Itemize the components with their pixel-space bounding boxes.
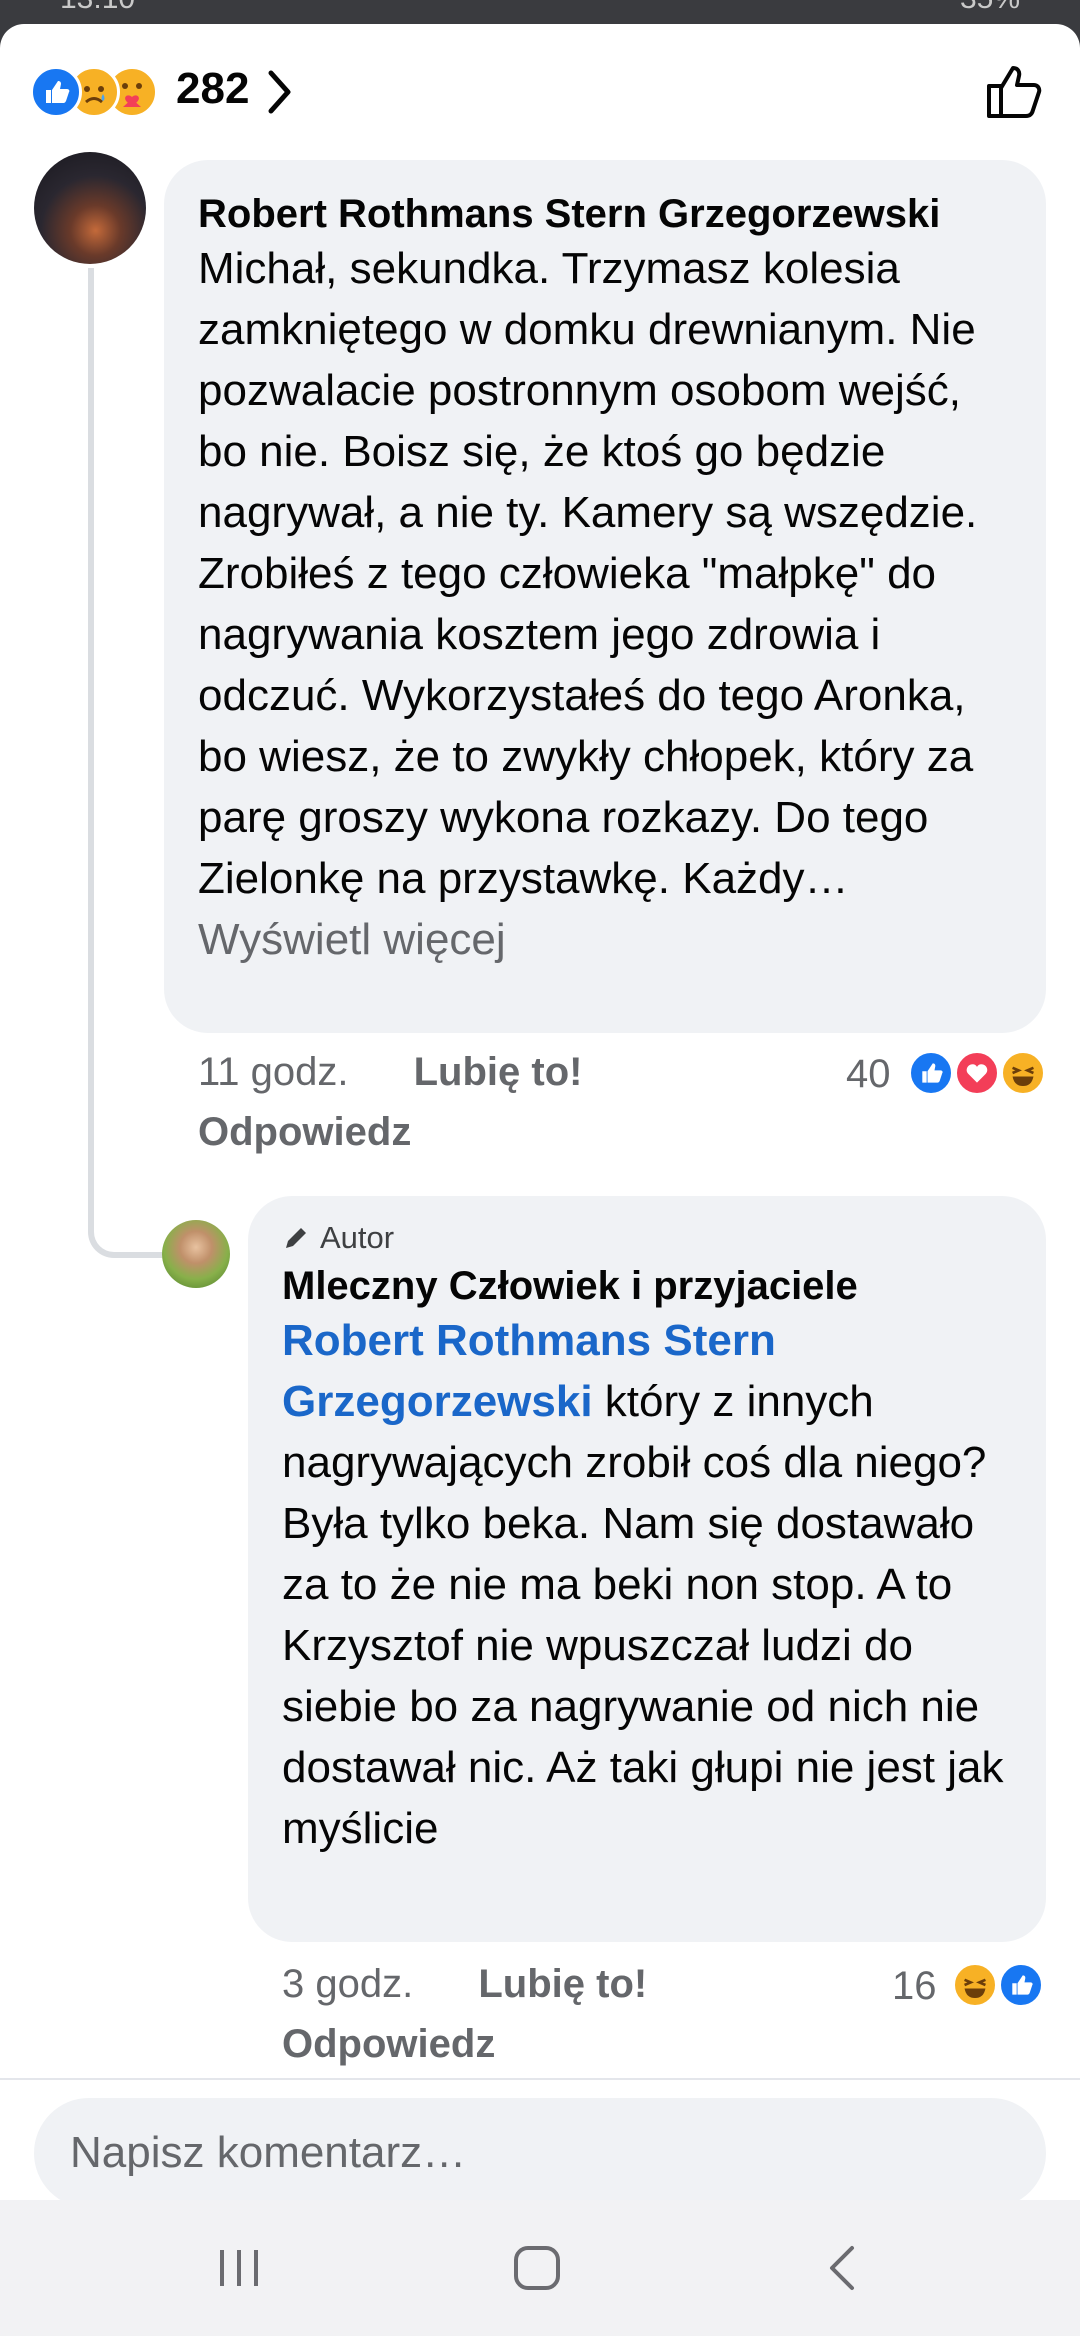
comment-reactions[interactable]: 40 <box>846 1050 1046 1098</box>
comment-body: który z innych nagrywających zrobił coś … <box>282 1377 1004 1853</box>
comment-bubble[interactable]: Autor Mleczny Człowiek i przyjaciele Rob… <box>248 1196 1046 1942</box>
reply-link[interactable]: Odpowiedz <box>282 2014 762 2074</box>
pencil-icon <box>286 1228 306 1248</box>
comment-composer: Napisz komentarz… <box>0 2078 1080 2200</box>
like-link[interactable]: Lubię to! <box>414 1050 583 1094</box>
like-link[interactable]: Lubię to! <box>478 1962 647 2006</box>
comment-text: Robert Rothmans Stern Grzegorzewski któr… <box>282 1310 1012 1859</box>
avatar[interactable] <box>34 152 146 264</box>
author-badge-label: Autor <box>320 1220 395 1255</box>
home-icon[interactable] <box>512 2244 562 2297</box>
reply-link[interactable]: Odpowiedz <box>198 1102 678 1162</box>
author-badge: Autor <box>282 1218 1012 1258</box>
comment-text: Michał, sekundka. Trzymasz kolesia zamkn… <box>198 238 1012 970</box>
comment-reaction-count: 40 <box>846 1052 891 1096</box>
comment-time: 11 godz. <box>198 1050 349 1094</box>
comment-input[interactable]: Napisz komentarz… <box>34 2098 1046 2200</box>
haha-icon <box>1000 1050 1046 1096</box>
like-icon <box>908 1050 954 1096</box>
like-icon <box>30 66 82 118</box>
status-bar: 13:10 35% <box>0 0 1080 24</box>
like-icon <box>998 1962 1044 2008</box>
comments-sheet: 282 Robert Rothmans Stern Grzegorzewski … <box>0 24 1080 2200</box>
comment-bubble[interactable]: Robert Rothmans Stern Grzegorzewski Mich… <box>164 160 1046 1033</box>
reactions-header[interactable]: 282 <box>0 24 1080 164</box>
see-more-link[interactable]: Wyświetl więcej <box>198 915 506 964</box>
comment-actions: 11 godz. Lubię to! Odpowiedz <box>198 1042 678 1162</box>
comment-actions: 3 godz. Lubię to! Odpowiedz <box>282 1954 762 2074</box>
love-icon <box>954 1050 1000 1096</box>
back-icon[interactable] <box>822 2244 862 2297</box>
status-battery: 35% <box>960 0 1020 16</box>
reaction-count: 282 <box>176 64 250 113</box>
like-post-button[interactable] <box>984 60 1046 127</box>
system-nav-bar <box>0 2200 1080 2336</box>
status-time: 13:10 <box>60 0 135 16</box>
comment-body: Michał, sekundka. Trzymasz kolesia zamkn… <box>198 244 978 903</box>
comment-author[interactable]: Mleczny Człowiek i przyjaciele <box>282 1262 1012 1310</box>
haha-icon <box>952 1962 998 2008</box>
comment-time: 3 godz. <box>282 1962 414 2006</box>
comment-author[interactable]: Robert Rothmans Stern Grzegorzewski <box>198 190 1012 238</box>
thread-line <box>88 268 162 1258</box>
chevron-right-icon[interactable] <box>266 68 294 121</box>
avatar[interactable] <box>162 1220 230 1288</box>
comment-reactions[interactable]: 16 <box>892 1962 1052 2010</box>
comment-reaction-count: 16 <box>892 1964 937 2008</box>
recent-apps-icon[interactable] <box>214 2244 264 2297</box>
